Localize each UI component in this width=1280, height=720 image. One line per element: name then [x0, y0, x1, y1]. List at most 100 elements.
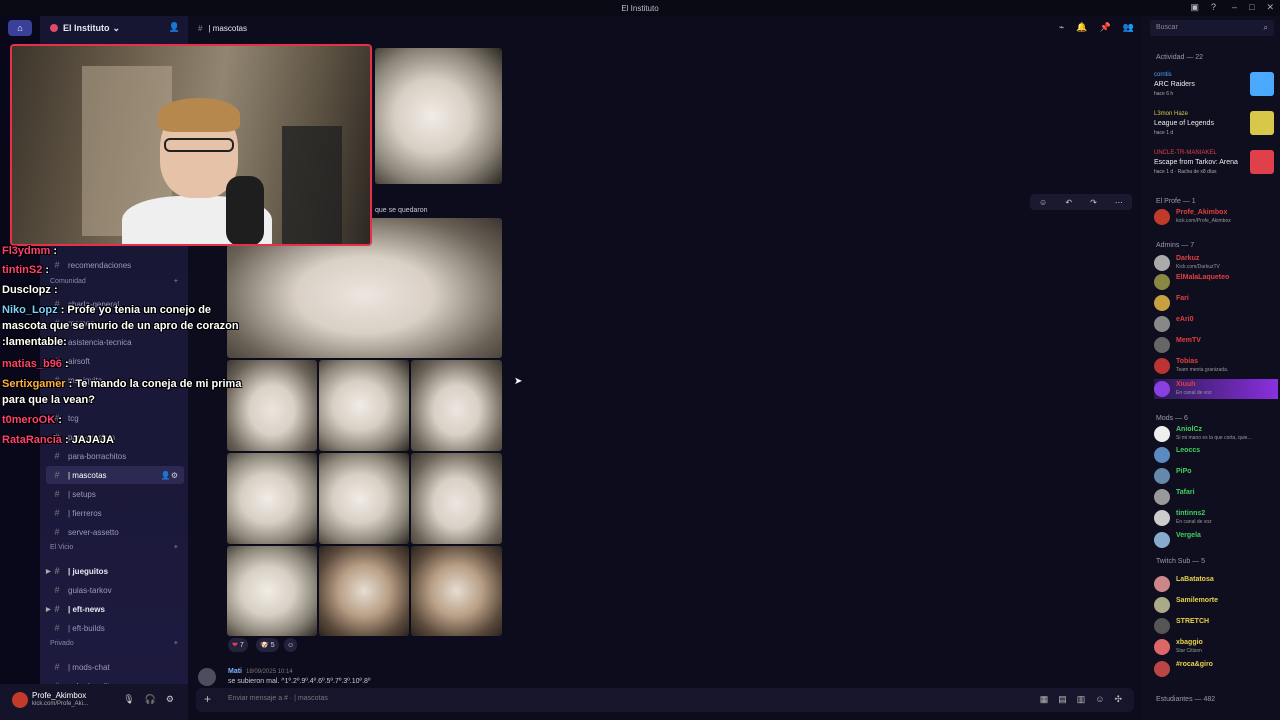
microphone-icon[interactable]: 🎙 [123, 694, 134, 705]
pet-image[interactable] [319, 360, 409, 451]
avatar [1154, 532, 1170, 548]
pet-image[interactable] [227, 453, 317, 544]
member-item[interactable]: PiPo [1154, 466, 1278, 486]
channel-item[interactable]: # | mods-chat [46, 658, 184, 676]
member-item[interactable]: #roca&giro [1154, 659, 1278, 679]
pet-image[interactable] [319, 453, 409, 544]
mouse-cursor: ➤ [514, 376, 523, 387]
pet-image[interactable] [319, 546, 409, 636]
activity-card[interactable]: L3mon Haze League of Legends hace 1 d [1154, 111, 1278, 147]
stream-chat-message: tintinS2 : [2, 264, 50, 276]
member-item[interactable]: Leoccs [1154, 445, 1278, 465]
apps-icon[interactable]: ✣ [1114, 694, 1122, 705]
home-button[interactable]: ⌂ [8, 20, 32, 36]
avatar [1154, 510, 1170, 526]
member-item[interactable]: LaBatatosa [1154, 574, 1278, 594]
message-text: se subieron mal. ^1º.2º.9º.4º.6º.5º.7º.3… [228, 678, 371, 685]
attach-button[interactable]: + [204, 692, 211, 706]
activity-card[interactable]: UNCLE-TR-MANIAKEL Escape from Tarkov: Are… [1154, 150, 1278, 186]
member-group-header: Twitch Sub — 5 [1156, 558, 1206, 565]
message-toolbar: ☺ ↶ ↷ ⋯ [1030, 194, 1132, 210]
reaction-icon[interactable]: ☺ [1039, 198, 1047, 207]
member-item[interactable]: Tobias Team menta granizada. [1154, 356, 1278, 376]
message-composer[interactable]: + Enviar mensaje a # · | mascotas ▦ ▤ ▥ … [196, 688, 1134, 712]
member-item[interactable]: Profe_Akimbox kick.com/Profe_Akimbox [1154, 207, 1278, 227]
search-input[interactable]: Buscar ⌕ [1150, 20, 1274, 36]
member-item[interactable]: Xiuuh En canal de voz [1154, 379, 1278, 399]
channel-item[interactable]: # | mascotas 👤⚙ [46, 466, 184, 484]
help-icon[interactable]: ? [1211, 2, 1216, 13]
reaction-heart[interactable]: ❤ 7 [228, 638, 248, 652]
category-el-vicio[interactable]: El Vicio + [50, 544, 178, 551]
member-item[interactable]: Darkuz Kick.com/DarkuzTV [1154, 253, 1278, 273]
game-icon [1250, 111, 1274, 135]
pet-image[interactable] [375, 48, 502, 184]
forward-icon[interactable]: ↷ [1090, 198, 1097, 207]
channel-item[interactable]: # | fierreros [46, 504, 184, 522]
inbox-icon[interactable]: ▣ [1190, 2, 1199, 13]
sticker-icon[interactable]: ▥ [1077, 694, 1086, 705]
member-item[interactable]: MemTV [1154, 335, 1278, 355]
gif-icon[interactable]: ▤ [1058, 694, 1067, 705]
message-text: que se quedaron [375, 207, 428, 214]
member-item[interactable]: Fari [1154, 293, 1278, 313]
add-user-icon[interactable]: 👤 [169, 22, 180, 33]
reply-icon[interactable]: ↶ [1065, 198, 1072, 207]
pet-image[interactable] [411, 546, 502, 636]
member-item[interactable]: STRETCH [1154, 616, 1278, 636]
channel-item[interactable]: # server-assetto [46, 523, 184, 541]
maximize-button[interactable]: □ [1249, 2, 1254, 13]
webcam-overlay [10, 44, 372, 246]
message-author[interactable]: Mati 18/09/2025 10:14 [228, 668, 293, 675]
hash-icon: # [54, 470, 60, 480]
channel-item[interactable]: # guias-tarkov [46, 581, 184, 599]
add-reaction-button[interactable]: ☺ [284, 638, 298, 652]
avatar [1154, 295, 1170, 311]
pet-image[interactable] [227, 546, 317, 636]
gift-icon[interactable]: ▦ [1040, 694, 1049, 705]
server-header[interactable]: El Instituto ⌄ 👤 [40, 16, 188, 40]
reaction-dog[interactable]: 🐶 5 [256, 638, 279, 652]
headphones-icon[interactable]: 🎧 [145, 694, 156, 705]
channel-item[interactable]: # para-borrachitos [46, 447, 184, 465]
emoji-icon[interactable]: ☺ [1095, 694, 1104, 705]
channel-item[interactable]: # | jueguitos ▶ [46, 562, 184, 580]
pet-image[interactable] [411, 360, 502, 451]
member-item[interactable]: Vergela [1154, 530, 1278, 550]
threads-icon[interactable]: ⌁ [1059, 22, 1064, 33]
activity-card[interactable]: corntis ARC Raiders hace 6 h [1154, 72, 1278, 108]
more-icon[interactable]: ⋯ [1115, 198, 1123, 207]
close-button[interactable]: ✕ [1266, 2, 1274, 13]
pet-image[interactable] [411, 453, 502, 544]
channel-item[interactable]: # | eft-news ▶ [46, 600, 184, 618]
bell-icon[interactable]: 🔔 [1076, 22, 1087, 33]
member-item[interactable]: ElMalaLaqueteo [1154, 272, 1278, 292]
channel-label: guias-tarkov [68, 585, 112, 595]
channel-item[interactable]: # | eft-builds [46, 619, 184, 637]
stream-chat-message: Sertixgamer : Te mando la coneja de mi p… [2, 378, 242, 406]
activity-header: Actividad — 22 [1156, 54, 1204, 61]
member-item[interactable]: tintinns2 En canal de voz [1154, 508, 1278, 528]
avatar[interactable] [198, 668, 216, 686]
gear-icon[interactable]: ⚙ [166, 694, 174, 705]
member-item[interactable]: Tafari [1154, 487, 1278, 507]
channel-settings-icon[interactable]: 👤⚙ [161, 471, 178, 480]
channel-header: # | mascotas ⌁ 🔔 📌 👥 [188, 16, 1142, 40]
hash-icon: # [198, 23, 203, 33]
members-icon[interactable]: 👥 [1123, 22, 1134, 33]
pin-icon[interactable]: 📌 [1100, 22, 1111, 33]
minimize-button[interactable]: – [1232, 2, 1237, 13]
member-item[interactable]: Samilemorte [1154, 595, 1278, 615]
add-channel-icon[interactable]: + [174, 640, 178, 647]
composer-placeholder: Enviar mensaje a # · | mascotas [228, 695, 328, 702]
add-channel-icon[interactable]: + [174, 544, 178, 551]
avatar[interactable] [12, 692, 28, 708]
channel-item[interactable]: # | setups [46, 485, 184, 503]
category-privado[interactable]: Privado + [50, 640, 178, 647]
member-item[interactable]: eAri0 [1154, 314, 1278, 334]
hash-icon: # [54, 489, 60, 499]
member-item[interactable]: AniolCz Si mi mano es la que corta, quie.… [1154, 424, 1278, 444]
stream-chat-message: Fl3ydmm : [2, 245, 58, 257]
avatar [1154, 447, 1170, 463]
member-item[interactable]: xbaggio Star Citizen [1154, 637, 1278, 657]
